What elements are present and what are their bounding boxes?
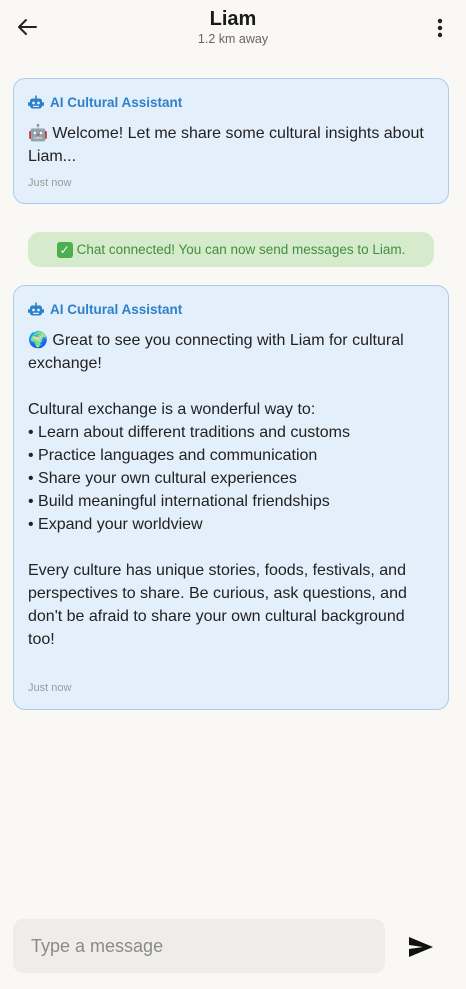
contact-distance: 1.2 km away	[197, 32, 269, 46]
connection-status-text: Chat connected! You can now send message…	[76, 242, 406, 257]
assistant-message: AI Cultural Assistant 🤖 Welcome! Let me …	[13, 78, 449, 204]
contact-name: Liam	[209, 8, 257, 30]
message-timestamp: Just now	[28, 177, 72, 189]
robot-icon	[28, 302, 44, 316]
more-vertical-icon	[437, 18, 443, 38]
message-input[interactable]	[13, 919, 385, 973]
check-icon: ✓	[56, 241, 73, 258]
assistant-message: AI Cultural Assistant 🌍 Great to see you…	[13, 285, 449, 710]
send-icon	[409, 937, 433, 957]
arrow-left-icon	[18, 19, 37, 35]
connection-status-banner: ✓ Chat connected! You can now send messa…	[28, 232, 434, 267]
more-options-button[interactable]	[428, 14, 452, 42]
back-button[interactable]	[12, 12, 42, 42]
contact-info: Liam 1.2 km away	[198, 7, 268, 47]
assistant-name: AI Cultural Assistant	[50, 302, 183, 317]
send-button[interactable]	[404, 930, 438, 964]
message-timestamp: Just now	[28, 682, 72, 694]
message-text: 🌍 Great to see you connecting with Liam …	[28, 332, 407, 648]
message-text: 🤖 Welcome! Let me share some cultural in…	[28, 125, 424, 165]
chat-header: Liam 1.2 km away	[0, 0, 466, 58]
assistant-name: AI Cultural Assistant	[50, 95, 183, 110]
robot-icon	[28, 95, 44, 109]
